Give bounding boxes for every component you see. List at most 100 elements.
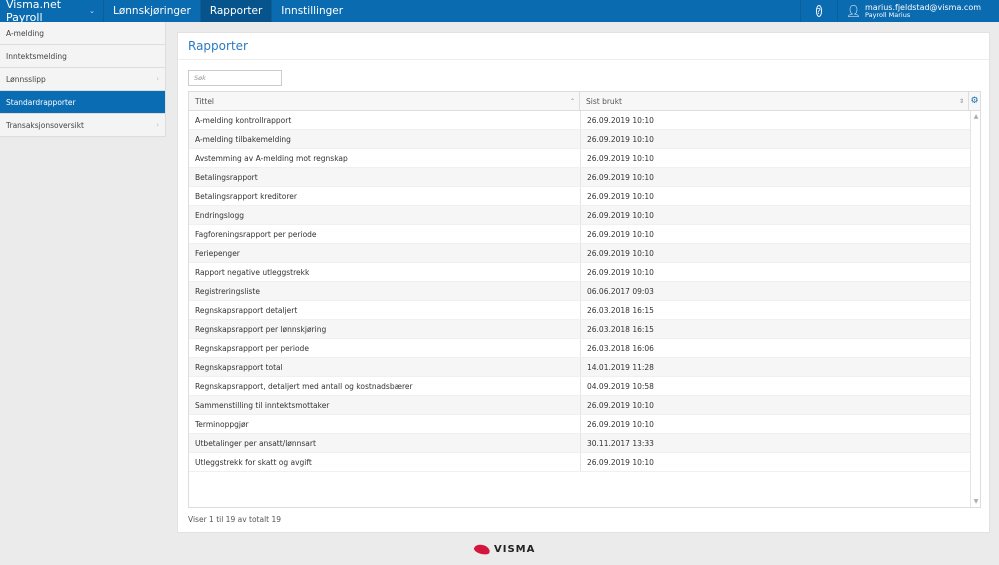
- cell-last-used: 26.09.2019 10:10: [587, 419, 654, 429]
- sidebar: A-melding Inntektsmelding Lønnsslipp › St…: [0, 22, 166, 137]
- cell-title: Utbetalinger per ansatt/lønnsart: [189, 434, 581, 452]
- visma-mark-icon: [473, 543, 491, 556]
- logo-text: VISMA: [494, 544, 536, 555]
- cell-title: Regnskapsrapport per lønnskjøring: [189, 320, 581, 338]
- table-row[interactable]: Registreringsliste 06.06.2017 09:03: [189, 282, 971, 301]
- cell-title: Registreringsliste: [189, 282, 581, 300]
- table-row[interactable]: Terminoppgjør 26.09.2019 10:10: [189, 415, 971, 434]
- cell-last-used: 26.09.2019 10:10: [587, 134, 654, 144]
- app-title: Visma.net Payroll: [6, 0, 62, 24]
- table-header: Tittel ⌃ Sist brukt ⇕ ⚙: [189, 92, 980, 111]
- user-menu[interactable]: 👤︎ marius.fjeldstad@visma.com Payroll Mar…: [838, 3, 999, 19]
- column-label: Tittel: [195, 96, 215, 106]
- table-row[interactable]: Utleggstrekk for skatt og avgift 26.09.20…: [189, 453, 971, 472]
- table-row[interactable]: A-melding tilbakemelding 26.09.2019 10:10: [189, 130, 971, 149]
- nav-lonnskjoringer[interactable]: Lønnskjøringer: [104, 0, 201, 22]
- cell-last-used: 26.09.2019 10:10: [587, 191, 654, 201]
- table-body: A-melding kontrollrapport 26.09.2019 10:1…: [189, 111, 971, 472]
- cell-last-used: 30.11.2017 13:33: [587, 438, 654, 448]
- table-row[interactable]: Regnskapsrapport, detaljert med antall o…: [189, 377, 971, 396]
- sort-asc-icon: ⌃: [569, 97, 576, 105]
- sidebar-item-transaksjonsoversikt[interactable]: Transaksjonsoversikt ›: [0, 114, 165, 137]
- table-row[interactable]: Rapport negative utleggstrekk 26.09.2019 …: [189, 263, 971, 282]
- table-row[interactable]: Avstemming av A-melding mot regnskap 26.0…: [189, 149, 971, 168]
- table-row[interactable]: Regnskapsrapport total 14.01.2019 11:28: [189, 358, 971, 377]
- table-row[interactable]: A-melding kontrollrapport 26.09.2019 10:1…: [189, 111, 971, 130]
- table-row[interactable]: Betalingsrapport kreditorer 26.09.2019 10…: [189, 187, 971, 206]
- sidebar-item-standardrapporter[interactable]: Standardrapporter: [0, 91, 165, 114]
- sidebar-item-lonnsslipp[interactable]: Lønnsslipp ›: [0, 68, 165, 91]
- scrollbar[interactable]: ▲ ▼: [970, 111, 980, 507]
- table-row[interactable]: Regnskapsrapport per periode 26.03.2018 1…: [189, 339, 971, 358]
- search-input[interactable]: Søk: [188, 70, 282, 86]
- cell-title: A-melding tilbakemelding: [189, 130, 581, 148]
- column-header-tittel[interactable]: Tittel ⌃: [189, 92, 581, 110]
- cell-last-used: 26.09.2019 10:10: [587, 267, 654, 277]
- help-icon: ?: [815, 5, 822, 17]
- cell-last-used: 26.09.2019 10:10: [587, 210, 654, 220]
- table-row[interactable]: Fagforeningsrapport per periode 26.09.201…: [189, 225, 971, 244]
- cell-title: Feriepenger: [189, 244, 581, 262]
- chevron-right-icon: ›: [156, 121, 159, 129]
- cell-last-used: 26.03.2018 16:15: [587, 305, 654, 315]
- pagination-info: Viser 1 til 19 av totalt 19: [188, 515, 282, 524]
- table-row[interactable]: Regnskapsrapport detaljert 26.03.2018 16:…: [189, 301, 971, 320]
- cell-title: Betalingsrapport kreditorer: [189, 187, 581, 205]
- cell-title: A-melding kontrollrapport: [189, 111, 581, 129]
- sidebar-item-inntektsmelding[interactable]: Inntektsmelding: [0, 45, 165, 68]
- cell-title: Regnskapsrapport detaljert: [189, 301, 581, 319]
- sidebar-item-label: A-melding: [6, 28, 45, 38]
- cell-title: Endringslogg: [189, 206, 581, 224]
- cell-title: Rapport negative utleggstrekk: [189, 263, 581, 281]
- cell-title: Utleggstrekk for skatt og avgift: [189, 453, 581, 471]
- cell-last-used: 06.06.2017 09:03: [587, 286, 654, 296]
- table-row[interactable]: Utbetalinger per ansatt/lønnsart 30.11.20…: [189, 434, 971, 453]
- sidebar-item-label: Inntektsmelding: [6, 51, 67, 61]
- reports-table: Tittel ⌃ Sist brukt ⇕ ⚙ A-melding kontroll…: [188, 91, 981, 508]
- cell-last-used: 26.09.2019 10:10: [587, 153, 654, 163]
- cell-last-used: 26.09.2019 10:10: [587, 172, 654, 182]
- cell-last-used: 26.09.2019 10:10: [587, 248, 654, 258]
- column-header-sist-brukt[interactable]: Sist brukt ⇕: [580, 92, 970, 110]
- cell-title: Betalingsrapport: [189, 168, 581, 186]
- scroll-down-icon[interactable]: ▼: [971, 498, 981, 505]
- column-label: Sist brukt: [586, 96, 622, 106]
- gear-icon[interactable]: ⚙: [969, 92, 980, 110]
- cell-last-used: 26.09.2019 10:10: [587, 115, 654, 125]
- cell-last-used: 04.09.2019 10:58: [587, 381, 654, 391]
- page-title: Rapporter: [178, 33, 989, 60]
- user-name: Payroll Marius: [865, 10, 911, 19]
- cell-title: Regnskapsrapport per periode: [189, 339, 581, 357]
- table-row[interactable]: Regnskapsrapport per lønnskjøring 26.03.2…: [189, 320, 971, 339]
- sidebar-item-label: Transaksjonsoversikt: [6, 120, 84, 130]
- table-row[interactable]: Sammenstilling til inntektsmottaker 26.09…: [189, 396, 971, 415]
- sidebar-item-a-melding[interactable]: A-melding: [0, 22, 165, 45]
- cell-title: Terminoppgjør: [189, 415, 581, 433]
- top-bar: Visma.net Payroll ⌄ Lønnskjøringer Rappor…: [0, 0, 999, 24]
- nav-innstillinger[interactable]: Innstillinger: [272, 0, 352, 22]
- scroll-up-icon[interactable]: ▲: [971, 113, 981, 120]
- cell-title: Fagforeningsrapport per periode: [189, 225, 581, 243]
- table-row[interactable]: Endringslogg 26.09.2019 10:10: [189, 206, 971, 225]
- visma-logo: VISMA: [473, 543, 536, 556]
- cell-title: Regnskapsrapport, detaljert med antall o…: [189, 377, 581, 395]
- app-switcher[interactable]: Visma.net Payroll ⌄: [0, 0, 104, 24]
- chevron-right-icon: ›: [156, 75, 159, 83]
- cell-title: Sammenstilling til inntektsmottaker: [189, 396, 581, 414]
- chevron-down-icon: ⌄: [89, 7, 95, 15]
- help-button[interactable]: ?: [799, 0, 838, 22]
- cell-last-used: 26.09.2019 10:10: [587, 457, 654, 467]
- cell-last-used: 26.09.2019 10:10: [587, 400, 654, 410]
- cell-last-used: 26.09.2019 10:10: [587, 229, 654, 239]
- sidebar-item-label: Standardrapporter: [6, 97, 76, 107]
- user-icon: 👤︎: [845, 4, 862, 18]
- cell-last-used: 26.03.2018 16:06: [587, 343, 654, 353]
- table-row[interactable]: Feriepenger 26.09.2019 10:10: [189, 244, 971, 263]
- nav-rapporter[interactable]: Rapporter: [200, 0, 273, 22]
- cell-last-used: 26.03.2018 16:15: [587, 324, 654, 334]
- sort-icon: ⇕: [959, 97, 965, 105]
- table-row[interactable]: Betalingsrapport 26.09.2019 10:10: [189, 168, 971, 187]
- cell-title: Regnskapsrapport total: [189, 358, 581, 376]
- cell-last-used: 14.01.2019 11:28: [587, 362, 654, 372]
- cell-title: Avstemming av A-melding mot regnskap: [189, 149, 581, 167]
